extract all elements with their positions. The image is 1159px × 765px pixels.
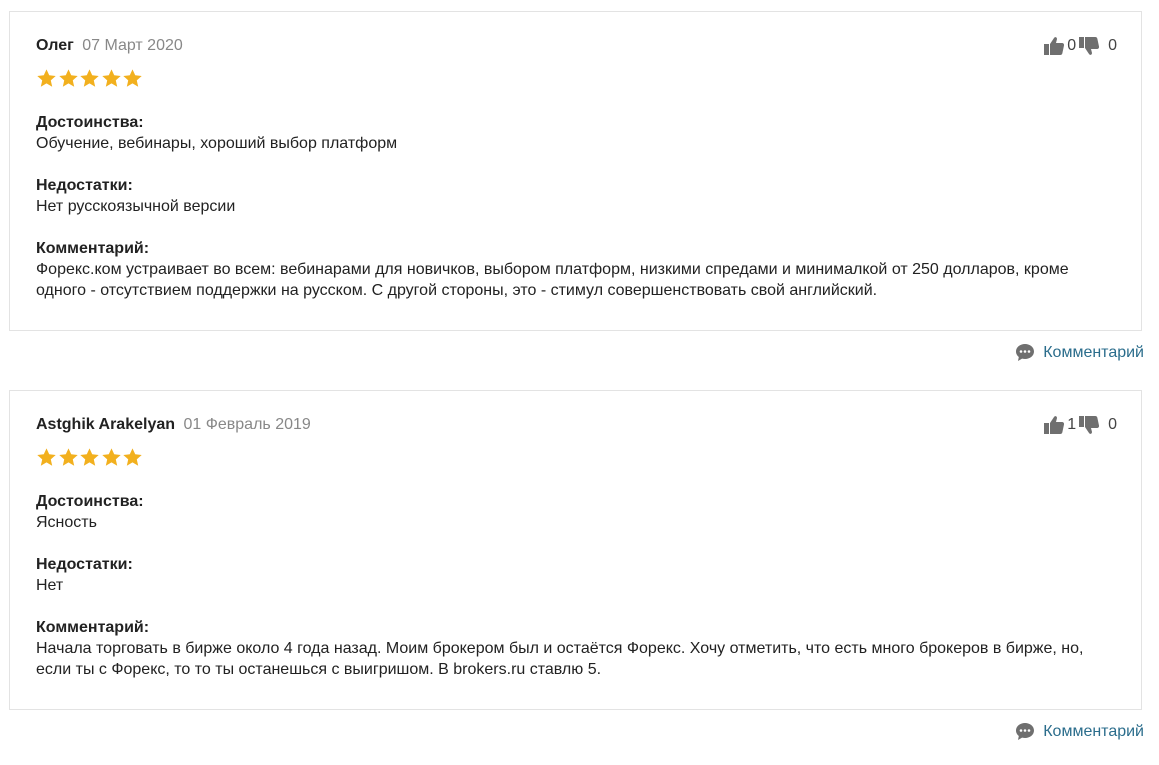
pros-label: Достоинства: <box>36 114 144 131</box>
comment-text-line: Форекс.ком устраивает во всем: вебинарам… <box>36 261 1069 278</box>
comment-text-line: одного - отсутствием поддержки на русско… <box>36 282 878 299</box>
like-button[interactable] <box>1043 36 1065 56</box>
pros-text: Обучение, вебинары, хороший выбор платфо… <box>36 135 398 152</box>
comment-section: Комментарий: Форекс.ком устраивает во вс… <box>36 238 1115 301</box>
cons-section: Недостатки: Нет русскоязычной версии <box>36 175 1115 217</box>
cons-label: Недостатки: <box>36 556 133 573</box>
review-header: Олег 07 Март 2020 <box>36 36 183 56</box>
review-header: Astghik Arakelyan 01 Февраль 2019 <box>36 415 311 435</box>
star-icon <box>80 69 99 87</box>
dislike-button[interactable] <box>1078 36 1100 56</box>
comment-text-line: если ты с Форекс, то то ты останешься с … <box>36 661 602 678</box>
pros-label: Достоинства: <box>36 493 144 510</box>
vote-controls: 0 0 <box>1043 36 1117 56</box>
comment-label: Комментарий: <box>36 240 150 257</box>
star-icon <box>101 69 121 87</box>
star-icon <box>80 448 99 466</box>
thumbs-down-icon <box>1079 37 1100 55</box>
cons-label: Недостатки: <box>36 177 133 194</box>
star-icon <box>123 448 142 466</box>
pros-section: Достоинства: Обучение, вебинары, хороший… <box>36 112 1115 154</box>
thumbs-up-icon <box>1044 416 1065 434</box>
comment-bubble-icon <box>1016 344 1035 361</box>
rating-stars <box>36 447 144 468</box>
comment-section: Комментарий: Начала торговать в бирже ок… <box>36 617 1115 680</box>
comment-text-line: Начала торговать в бирже около 4 года на… <box>36 640 1084 657</box>
reply-label: Комментарий <box>1043 722 1144 740</box>
review-author: Astghik Arakelyan <box>36 416 176 433</box>
reply-comment-link[interactable]: Комментарий <box>1015 722 1144 741</box>
dislike-count: 0 <box>1108 416 1117 433</box>
star-icon <box>58 69 78 87</box>
review-card: Astghik Arakelyan 01 Февраль 2019 1 0 До… <box>9 390 1142 710</box>
cons-text: Нет русскоязычной версии <box>36 198 236 215</box>
review-author: Олег <box>36 37 74 54</box>
pros-text: Ясность <box>36 514 97 531</box>
like-count: 0 <box>1067 37 1077 54</box>
cons-section: Недостатки: Нет <box>36 554 1115 596</box>
comment-label: Комментарий: <box>36 619 150 636</box>
dislike-count: 0 <box>1108 37 1117 54</box>
vote-controls: 1 0 <box>1043 415 1117 435</box>
comment-bubble-icon <box>1016 723 1035 740</box>
reply-comment-link[interactable]: Комментарий <box>1015 343 1144 362</box>
star-icon <box>123 69 142 87</box>
reply-label: Комментарий <box>1043 343 1144 361</box>
thumbs-down-icon <box>1079 416 1100 434</box>
star-icon <box>58 448 78 466</box>
cons-text: Нет <box>36 577 64 594</box>
star-icon <box>37 448 56 466</box>
like-count: 1 <box>1067 416 1077 433</box>
review-card: Олег 07 Март 2020 0 0 Достоинства: Обуче… <box>9 11 1142 331</box>
star-icon <box>101 448 121 466</box>
thumbs-up-icon <box>1044 37 1065 55</box>
like-button[interactable] <box>1043 415 1065 435</box>
star-icon <box>37 69 56 87</box>
rating-stars <box>36 68 144 89</box>
review-date: 01 Февраль 2019 <box>183 416 311 433</box>
pros-section: Достоинства: Ясность <box>36 491 1115 533</box>
review-date: 07 Март 2020 <box>82 37 183 54</box>
dislike-button[interactable] <box>1078 415 1100 435</box>
